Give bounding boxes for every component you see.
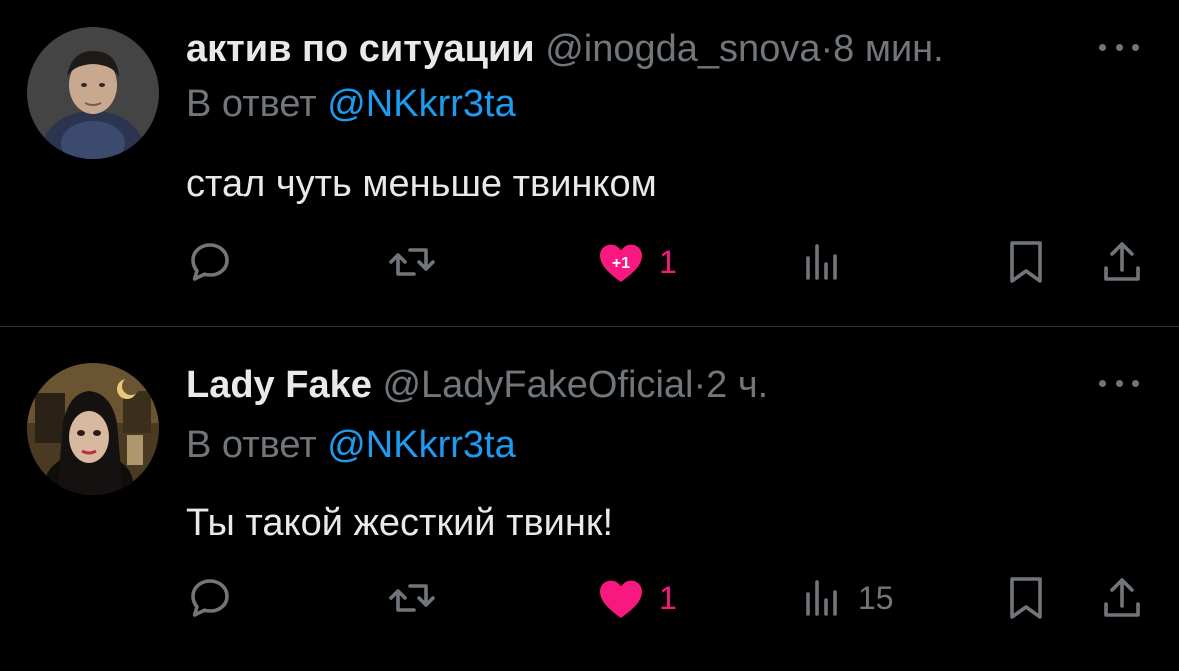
like-icon (600, 580, 642, 618)
like-button[interactable]: +1 1 (597, 232, 677, 292)
timestamp[interactable]: 8 мин. (833, 28, 944, 70)
share-icon (1104, 578, 1140, 617)
views-button[interactable] (800, 232, 858, 292)
tweet-header: актив по ситуации @inogda_snova·8 мин. (186, 26, 944, 72)
more-icon[interactable] (1099, 41, 1139, 53)
avatar[interactable] (27, 27, 159, 159)
user-handle[interactable]: @inogda_snova (545, 28, 820, 70)
tweet[interactable]: актив по ситуации @inogda_snova·8 мин. В… (0, 0, 1179, 326)
reply-context: В ответ @NKkrr3ta (186, 81, 516, 127)
like-count: 1 (659, 579, 677, 616)
display-name[interactable]: Lady Fake (186, 364, 372, 406)
share-icon (1104, 242, 1140, 281)
reply-mention-link[interactable]: @NKkrr3ta (327, 83, 516, 125)
tweet-header: Lady Fake @LadyFakeOficial·2 ч. (186, 362, 768, 408)
display-name[interactable]: актив по ситуации (186, 28, 535, 70)
views-icon (806, 244, 837, 280)
retweet-button[interactable] (386, 232, 438, 292)
bookmark-icon (1010, 577, 1042, 619)
reply-mention-link[interactable]: @NKkrr3ta (327, 424, 516, 466)
tweet-actions: +1 1 (0, 232, 1179, 292)
user-handle[interactable]: @LadyFakeOficial (382, 364, 693, 406)
retweet-button[interactable] (386, 568, 438, 628)
tweet-text: стал чуть меньше твинком (186, 163, 657, 205)
separator-dot: · (693, 364, 707, 406)
reply-icon (191, 579, 229, 617)
retweet-icon (389, 584, 435, 612)
more-icon[interactable] (1099, 377, 1139, 389)
share-button[interactable] (1100, 232, 1144, 292)
reply-prefix: В ответ (186, 424, 317, 466)
like-icon: +1 (600, 244, 642, 282)
like-count: 1 (659, 243, 677, 280)
reply-button[interactable] (186, 232, 234, 292)
share-button[interactable] (1100, 568, 1144, 628)
reply-prefix: В ответ (186, 83, 317, 125)
like-button[interactable]: 1 (597, 568, 677, 628)
bookmark-icon (1010, 241, 1042, 283)
reply-button[interactable] (186, 568, 234, 628)
views-icon (806, 580, 837, 616)
reply-icon (191, 243, 229, 281)
tweet-actions: 1 15 (0, 568, 1179, 628)
reply-context: В ответ @NKkrr3ta (186, 422, 516, 468)
retweet-icon (389, 248, 435, 276)
views-button[interactable]: 15 (800, 568, 894, 628)
bookmark-button[interactable] (1006, 232, 1046, 292)
bookmark-button[interactable] (1006, 568, 1046, 628)
separator-dot: · (820, 28, 834, 70)
view-count: 15 (858, 579, 894, 616)
avatar[interactable] (27, 363, 159, 495)
tweet-text: Ты такой жесткий твинк! (186, 502, 614, 544)
tweet[interactable]: Lady Fake @LadyFakeOficial·2 ч. В ответ … (0, 327, 1179, 671)
timestamp[interactable]: 2 ч. (706, 364, 768, 406)
like-badge: +1 (612, 255, 630, 272)
